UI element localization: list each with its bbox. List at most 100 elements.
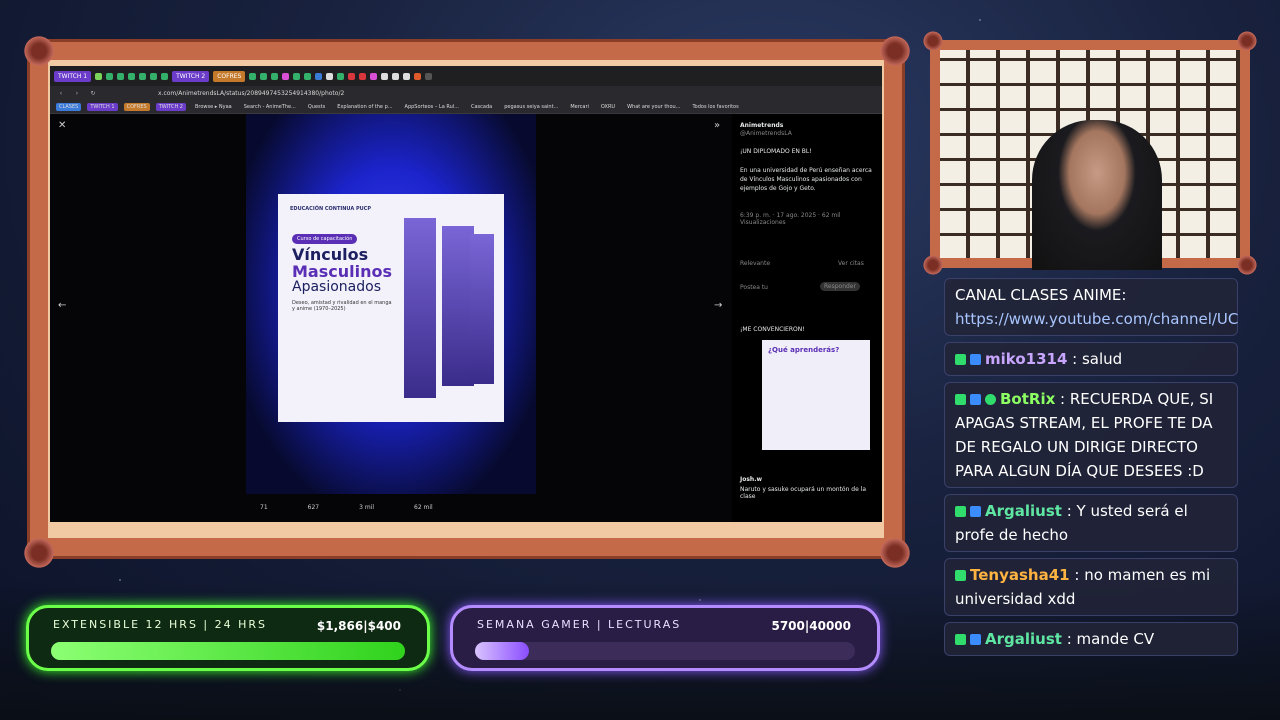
tab-icon[interactable] — [117, 72, 125, 80]
tab-cofres[interactable]: COFRES — [213, 70, 246, 82]
tweet-time: 6:39 p. m. · 17 ago. 2025 · 62 mil Visua… — [740, 212, 841, 226]
goal-track — [51, 642, 405, 660]
address-bar: ‹ › ↻ x.com/AnimetrendsLA/status/2089497… — [50, 86, 882, 100]
browser-window: TWITCH 1 TWITCH 2 COFRES ‹ › ↻ x.com/Ani… — [50, 66, 882, 522]
badge-icon — [955, 394, 966, 405]
tab-icon[interactable] — [95, 72, 103, 80]
next-image-icon[interactable]: → — [714, 300, 722, 311]
reply-count[interactable]: 71 — [260, 504, 268, 511]
tab-icon[interactable] — [359, 72, 367, 80]
like-count[interactable]: 3 mil — [359, 504, 374, 511]
tab-icon[interactable] — [315, 72, 323, 80]
frame-knot-icon — [1236, 254, 1258, 276]
tab-icon[interactable] — [150, 72, 158, 80]
reply-button[interactable]: Responder — [820, 282, 860, 291]
tab-icon[interactable] — [260, 72, 268, 80]
tab-active[interactable] — [425, 72, 433, 80]
bookmark[interactable]: Mercari — [567, 103, 592, 111]
tweet-handle[interactable]: @AnimetrendsLA — [740, 130, 792, 137]
tab-icon[interactable] — [282, 72, 290, 80]
forward-icon[interactable]: › — [72, 90, 82, 97]
tab-icon[interactable] — [161, 72, 169, 80]
poster-title-line-2: Masculinos — [292, 262, 392, 281]
reply-input[interactable]: Postea tu — [740, 284, 768, 291]
poster-art-strip — [470, 234, 494, 384]
goal-progress-fill — [475, 642, 530, 660]
goal-label: EXTENSIBLE 12 HRS | 24 HRS — [53, 618, 268, 631]
repost-count[interactable]: 627 — [308, 504, 319, 511]
prev-image-icon[interactable]: ← — [58, 300, 66, 311]
poster-title-line-1: Vínculos — [292, 245, 369, 264]
reply-text: ¡ME CONVENCIERON! — [740, 326, 805, 333]
chat-username[interactable]: Tenyasha41 — [970, 566, 1070, 584]
bookmark[interactable]: Browse ▸ Nyaa — [192, 103, 235, 111]
bookmark[interactable]: Cascada — [468, 103, 495, 111]
chat-username[interactable]: Argaliust — [985, 630, 1062, 648]
bookmark[interactable]: Todos los favoritos — [689, 103, 741, 111]
goal-value: 5700|40000 — [771, 619, 851, 633]
chat-message: Tenyasha41 : no mamen es mi universidad … — [944, 558, 1238, 616]
chat-message: Argaliust : Y usted será el profe de hec… — [944, 494, 1238, 552]
bookmark[interactable]: CLASES — [56, 102, 82, 111]
bookmark[interactable]: What are your thou... — [624, 103, 683, 111]
back-icon[interactable]: ‹ — [56, 90, 66, 97]
chat-username[interactable]: miko1314 — [985, 350, 1067, 368]
poster-subtitle: Deseo, amistad y rivalidad en el manga y… — [292, 300, 392, 312]
chat-message: CANAL CLASES ANIME: https://www.youtube.… — [944, 278, 1238, 336]
tab-icon[interactable] — [326, 72, 334, 80]
poster-logo: EDUCACIÓN CONTINUA PUCP — [290, 206, 372, 212]
tab-icon[interactable] — [370, 72, 378, 80]
goal-bar-extensible: EXTENSIBLE 12 HRS | 24 HRS $1,866|$400 — [26, 605, 430, 671]
tab-icon[interactable] — [139, 72, 147, 80]
frame-knot-icon — [922, 254, 944, 276]
tab-icon[interactable] — [392, 72, 400, 80]
poster-art-strip — [404, 218, 436, 398]
reply-user[interactable]: Josh.w — [740, 476, 762, 483]
poster-title-line-3: Apasionados — [292, 279, 381, 295]
tab-twitch-2[interactable]: TWITCH 2 — [172, 70, 210, 82]
tab-icon[interactable] — [337, 72, 345, 80]
reload-icon[interactable]: ↻ — [88, 90, 98, 97]
tab-icon[interactable] — [106, 72, 114, 80]
tab-icon[interactable] — [293, 72, 301, 80]
chat-link[interactable]: https://www.youtube.com/channel/UCfY8P7V… — [955, 310, 1238, 328]
reply-image-card[interactable]: ¿Qué aprenderás? — [762, 340, 870, 450]
chat-panel: CANAL CLASES ANIME: https://www.youtube.… — [944, 270, 1238, 700]
bookmark[interactable]: Quests — [305, 103, 328, 111]
tab-twitch-1[interactable]: TWITCH 1 — [54, 70, 92, 82]
tab-icon[interactable] — [128, 72, 136, 80]
tab-icon[interactable] — [381, 72, 389, 80]
tab-icon[interactable] — [348, 72, 356, 80]
chat-username[interactable]: Argaliust — [985, 502, 1062, 520]
quotes-link[interactable]: Ver citas — [838, 260, 864, 267]
tab-icon[interactable] — [304, 72, 312, 80]
webcam-feed — [930, 40, 1250, 270]
view-count[interactable]: 62 mil — [414, 504, 433, 511]
collapse-panel-icon[interactable]: » — [714, 120, 720, 131]
tab-bar: TWITCH 1 TWITCH 2 COFRES — [50, 66, 882, 86]
bookmark[interactable]: AppSorteos – La Rul... — [402, 103, 462, 111]
bookmark[interactable]: OXRU — [598, 103, 618, 111]
bookmark[interactable]: TWITCH 1 — [87, 102, 118, 111]
url-field[interactable]: x.com/AnimetrendsLA/status/2089497453254… — [158, 90, 344, 97]
frame-knot-icon — [922, 30, 944, 52]
tab-icon[interactable] — [271, 72, 279, 80]
badge-icon — [970, 506, 981, 517]
tab-icon[interactable] — [414, 72, 422, 80]
tweet-account[interactable]: Animetrends — [740, 122, 783, 129]
tweet-headline: ¡UN DIPLOMADO EN BL! — [740, 148, 812, 155]
tab-icon[interactable] — [403, 72, 411, 80]
bookmark[interactable]: TWITCH 2 — [155, 102, 186, 111]
bookmark[interactable]: Explanation of the p... — [334, 103, 395, 111]
chat-username[interactable]: BotRix — [1000, 390, 1055, 408]
close-icon[interactable]: ✕ — [58, 120, 66, 131]
bookmark[interactable]: pegasus seiya saint... — [501, 103, 561, 111]
goal-track — [475, 642, 855, 660]
course-poster-image[interactable]: EDUCACIÓN CONTINUA PUCP Curso de capacit… — [278, 194, 504, 422]
bookmark[interactable]: Search - AnimeThe... — [241, 103, 299, 111]
poster-badge: Curso de capacitación — [292, 234, 358, 244]
bookmark[interactable]: COFRES — [123, 102, 150, 111]
sort-dropdown[interactable]: Relevante — [740, 260, 770, 267]
tweet-body: En una universidad de Perú enseñan acerc… — [740, 167, 872, 192]
tab-icon[interactable] — [249, 72, 257, 80]
